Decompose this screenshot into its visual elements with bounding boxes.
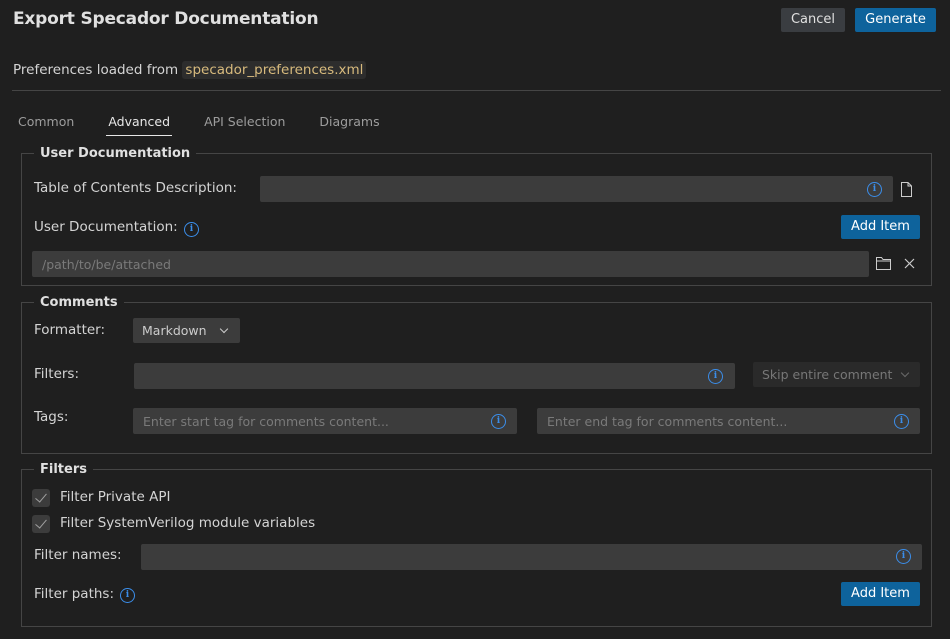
filters-label: Filters: (34, 366, 80, 382)
toc-description-label: Table of Contents Description: (34, 180, 237, 196)
header-divider (12, 90, 941, 91)
info-icon[interactable]: i (894, 414, 909, 429)
filters-mode-select[interactable]: Skip entire comment (753, 362, 920, 387)
folder-icon[interactable] (876, 257, 891, 274)
info-icon[interactable]: i (184, 222, 199, 237)
info-icon[interactable]: i (896, 549, 911, 564)
close-icon[interactable] (904, 258, 915, 273)
user-doc-path-input[interactable] (32, 251, 869, 277)
section-title: User Documentation (40, 146, 191, 161)
tab-api-selection[interactable]: API Selection (204, 114, 285, 136)
tab-bar: Common Advanced API Selection Diagrams (18, 114, 380, 136)
end-tag-input[interactable] (537, 408, 920, 434)
file-icon[interactable] (900, 182, 913, 201)
add-user-doc-button[interactable]: Add Item (841, 215, 920, 239)
cancel-button[interactable]: Cancel (781, 8, 845, 32)
info-icon[interactable]: i (491, 414, 506, 429)
comment-filters-input[interactable] (134, 363, 735, 389)
info-icon[interactable]: i (708, 369, 723, 384)
filter-sv-module-vars-label: Filter SystemVerilog module variables (60, 515, 316, 531)
tags-label: Tags: (34, 409, 69, 425)
chevron-down-icon (219, 324, 229, 334)
preferences-file: specador_preferences.xml (182, 61, 367, 79)
formatter-select[interactable]: Markdown (133, 318, 240, 343)
tab-advanced[interactable]: Advanced (106, 114, 172, 136)
section-title: Comments (40, 295, 118, 310)
info-icon[interactable]: i (867, 182, 882, 197)
formatter-label: Formatter: (34, 322, 106, 338)
page-title: Export Specador Documentation (13, 9, 319, 29)
add-filter-path-button[interactable]: Add Item (841, 582, 920, 606)
preferences-source: Preferences loaded from specador_prefere… (13, 61, 367, 79)
filter-names-input[interactable] (141, 544, 922, 570)
start-tag-input[interactable] (133, 408, 517, 434)
section-title: Filters (40, 462, 87, 477)
filter-private-api-label: Filter Private API (60, 489, 171, 505)
preferences-prefix: Preferences loaded from (13, 62, 179, 78)
formatter-value: Markdown (142, 323, 207, 338)
tab-common[interactable]: Common (18, 114, 74, 136)
filter-private-api-checkbox[interactable] (32, 489, 50, 507)
tab-diagrams[interactable]: Diagrams (319, 114, 379, 136)
filter-names-label: Filter names: (34, 547, 122, 563)
info-icon[interactable]: i (120, 588, 135, 603)
user-documentation-label: User Documentation: (34, 219, 178, 235)
filter-paths-label: Filter paths: (34, 586, 114, 602)
chevron-down-icon (900, 368, 910, 378)
filters-mode-value: Skip entire comment (762, 367, 893, 382)
generate-button[interactable]: Generate (855, 8, 936, 32)
toc-description-input[interactable] (260, 176, 893, 202)
filter-sv-module-vars-checkbox[interactable] (32, 515, 50, 533)
